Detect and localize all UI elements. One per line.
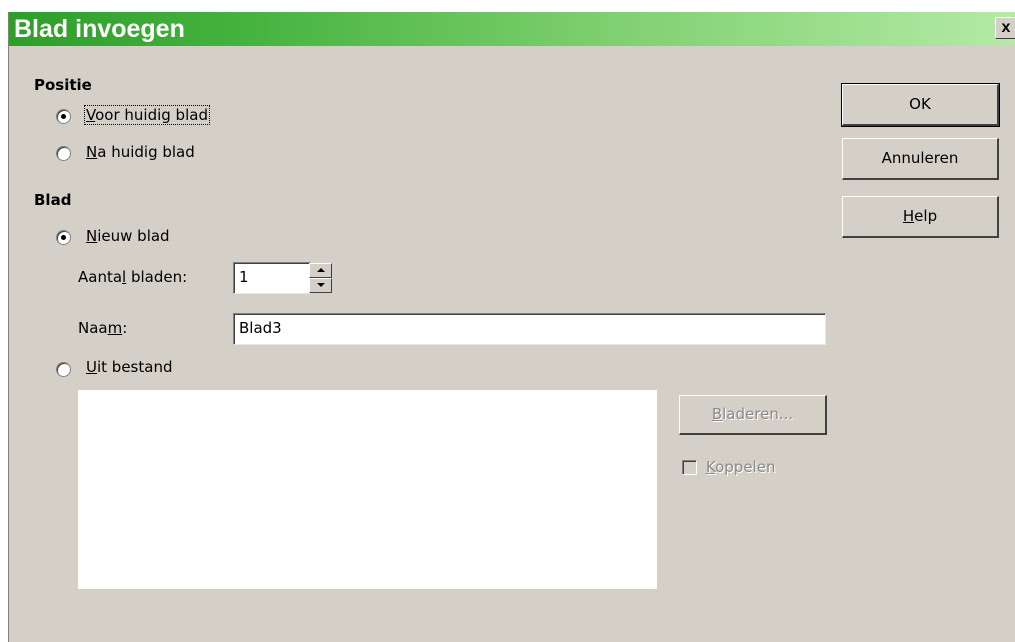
radio-from-file-indicator[interactable] <box>56 362 71 377</box>
sheet-name-input[interactable]: Blad3 <box>233 313 826 345</box>
position-heading: Positie <box>34 76 92 94</box>
sheet-count-label: Aantal bladen: <box>78 268 188 286</box>
close-icon: x <box>1001 19 1011 36</box>
cancel-button[interactable]: Annuleren <box>842 138 999 180</box>
ok-button[interactable]: OK <box>841 83 1000 127</box>
radio-before-current-indicator[interactable] <box>56 109 71 124</box>
link-checkbox-box[interactable] <box>682 460 697 475</box>
file-sheet-list[interactable] <box>78 390 657 589</box>
sheet-heading: Blad <box>34 191 72 209</box>
close-button[interactable]: x <box>995 17 1015 39</box>
dialog-title: Blad invoegen <box>14 15 185 43</box>
link-checkbox-label[interactable]: Koppelen <box>706 458 775 476</box>
insert-sheet-dialog: Blad invoegen x Positie Voor huidig blad… <box>8 12 1015 642</box>
radio-before-current-label[interactable]: Voor huidig blad <box>84 105 210 125</box>
sheet-count-increment-button[interactable] <box>309 263 332 278</box>
sheet-name-label: Naam: <box>78 319 128 337</box>
radio-from-file-label[interactable]: Uit bestand <box>86 358 172 376</box>
radio-after-current-label[interactable]: Na huidig blad <box>86 143 195 161</box>
sheet-count-decrement-button[interactable] <box>309 278 332 293</box>
help-button[interactable]: Help <box>842 196 999 238</box>
radio-new-sheet-label[interactable]: Nieuw blad <box>86 227 170 245</box>
title-bar[interactable]: Blad invoegen x <box>9 12 1015 46</box>
radio-new-sheet-indicator[interactable] <box>56 230 71 245</box>
radio-after-current-indicator[interactable] <box>56 146 71 161</box>
browse-button[interactable]: Bladeren... <box>679 395 827 435</box>
sheet-count-input[interactable]: 1 <box>233 262 311 294</box>
